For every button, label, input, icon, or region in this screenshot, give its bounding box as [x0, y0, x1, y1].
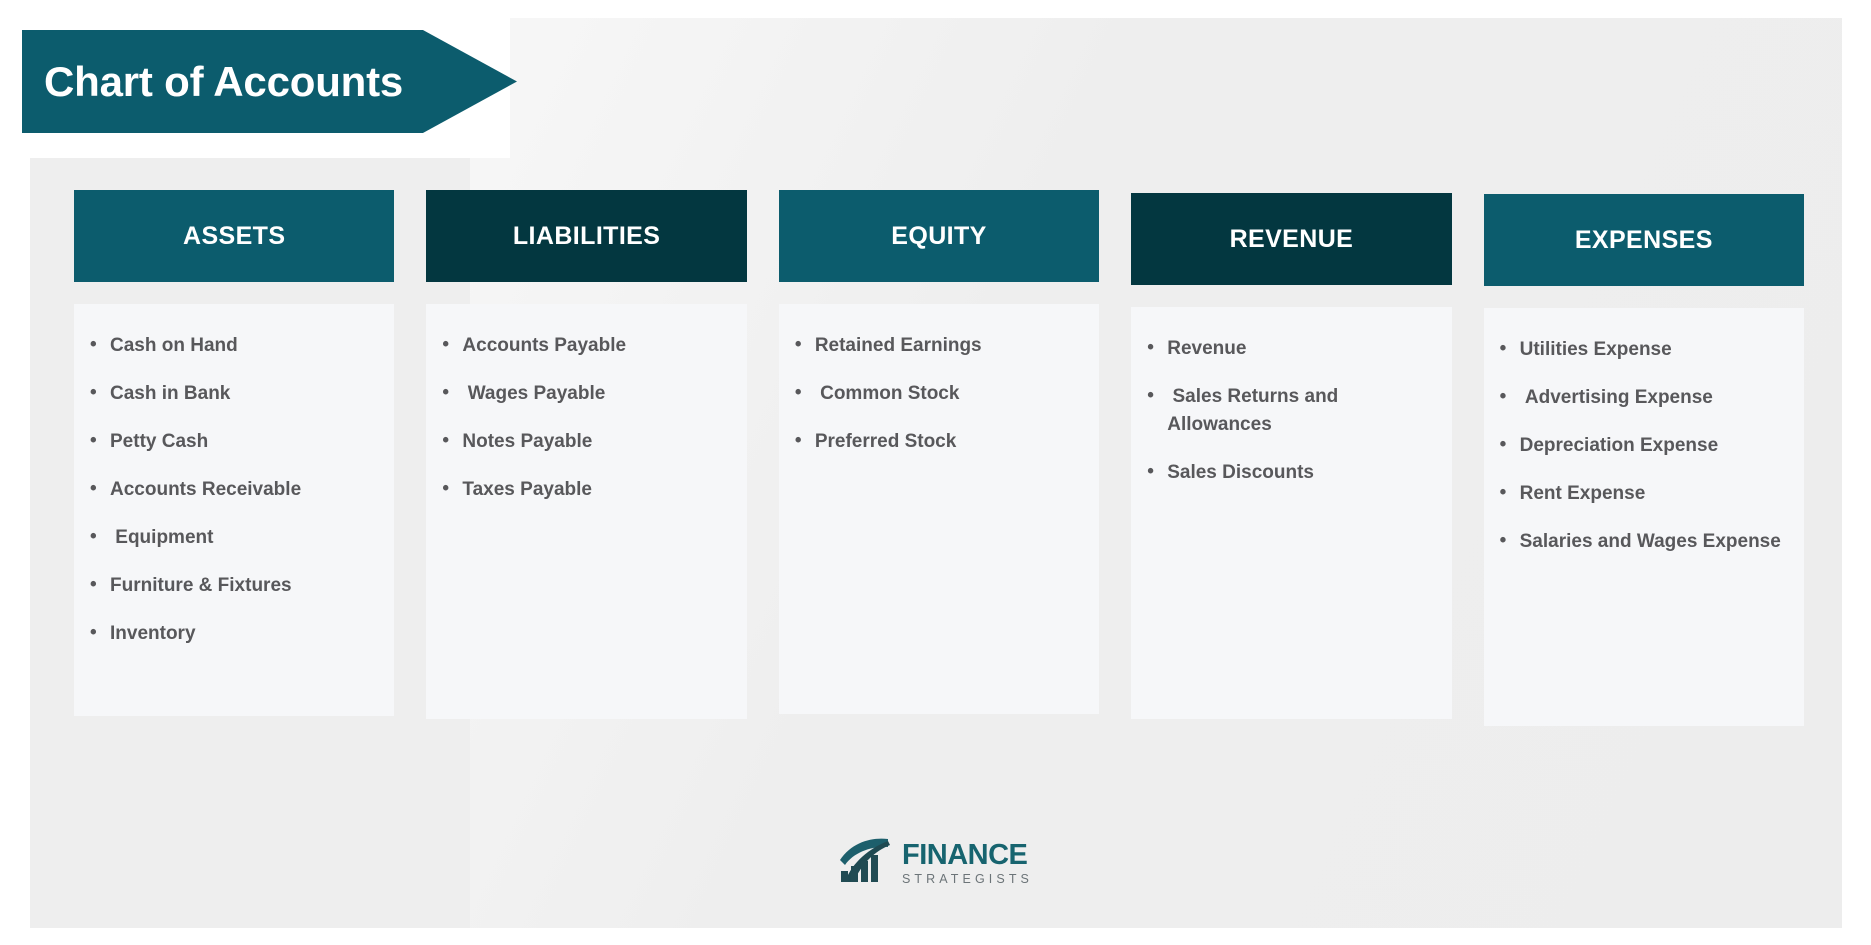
column-header-label: EXPENSES [1574, 225, 1713, 254]
account-list-revenue: Revenue Sales Returns and Allowances Sal… [1141, 334, 1441, 487]
column-header-liabilities: LIABILITIES [426, 190, 747, 282]
account-column-liabilities: LIABILITIES Accounts Payable Wages Payab… [426, 190, 747, 810]
list-item: Notes Payable [436, 427, 736, 456]
logo-word-strategists: STRATEGISTS [902, 872, 1033, 887]
list-item: Cash on Hand [84, 331, 384, 360]
logo-wordmark: FINANCE STRATEGISTS [902, 841, 1033, 886]
column-header-label: REVENUE [1229, 224, 1354, 253]
column-header-revenue: REVENUE [1131, 193, 1452, 285]
account-list-expenses: Utilities Expense Advertising Expense De… [1494, 335, 1794, 556]
list-item: Salaries and Wages Expense [1494, 527, 1794, 556]
column-header-assets: ASSETS [74, 190, 395, 282]
list-item: Furniture & Fixtures [84, 571, 384, 600]
list-item: Accounts Payable [436, 331, 736, 360]
list-item: Preferred Stock [789, 427, 1089, 456]
list-item: Sales Discounts [1141, 458, 1441, 487]
account-column-expenses: EXPENSES Utilities Expense Advertising E… [1483, 190, 1805, 810]
logo-lockup: FINANCE STRATEGISTS [838, 838, 1033, 889]
account-list-liabilities: Accounts Payable Wages Payable Notes Pay… [436, 331, 736, 504]
account-list-equity: Retained Earnings Common Stock Preferred… [789, 331, 1089, 456]
list-item: Retained Earnings [789, 331, 1089, 360]
account-column-equity: EQUITY Retained Earnings Common Stock Pr… [778, 190, 1100, 810]
list-item: Utilities Expense [1494, 335, 1794, 364]
account-column-revenue: REVENUE Revenue Sales Returns and Allowa… [1131, 190, 1452, 810]
account-list-assets: Cash on Hand Cash in Bank Petty Cash Acc… [84, 331, 384, 648]
list-item: Advertising Expense [1494, 383, 1794, 412]
account-columns: ASSETS Cash on Hand Cash in Bank Petty C… [74, 190, 1805, 810]
column-body-equity: Retained Earnings Common Stock Preferred… [778, 304, 1100, 714]
title-banner: Chart of Accounts [22, 30, 517, 133]
list-item: Sales Returns and Allowances [1141, 382, 1441, 439]
list-item: Revenue [1141, 334, 1441, 363]
logo-word-finance: FINANCE [902, 839, 1028, 872]
list-item: Common Stock [789, 379, 1089, 408]
list-item: Wages Payable [436, 379, 736, 408]
column-header-label: LIABILITIES [512, 221, 661, 250]
column-header-equity: EQUITY [778, 190, 1100, 282]
list-item: Accounts Receivable [84, 475, 384, 504]
footer-logo: FINANCE STRATEGISTS [0, 838, 1871, 889]
account-column-assets: ASSETS Cash on Hand Cash in Bank Petty C… [74, 190, 395, 810]
infographic-root: Chart of Accounts ASSETS Cash on Hand Ca… [0, 0, 1871, 945]
column-body-expenses: Utilities Expense Advertising Expense De… [1483, 308, 1805, 726]
column-header-label: ASSETS [182, 221, 286, 250]
finance-strategists-mark-icon [838, 838, 892, 889]
list-item: Rent Expense [1494, 479, 1794, 508]
column-body-assets: Cash on Hand Cash in Bank Petty Cash Acc… [74, 304, 395, 716]
list-item: Depreciation Expense [1494, 431, 1794, 460]
column-header-expenses: EXPENSES [1483, 194, 1805, 286]
column-body-revenue: Revenue Sales Returns and Allowances Sal… [1131, 307, 1452, 719]
column-body-liabilities: Accounts Payable Wages Payable Notes Pay… [426, 304, 747, 719]
list-item: Inventory [84, 619, 384, 648]
column-header-label: EQUITY [891, 221, 987, 250]
list-item: Taxes Payable [436, 475, 736, 504]
page-title: Chart of Accounts [44, 57, 404, 105]
list-item: Equipment [84, 523, 384, 552]
list-item: Cash in Bank [84, 379, 384, 408]
list-item: Petty Cash [84, 427, 384, 456]
